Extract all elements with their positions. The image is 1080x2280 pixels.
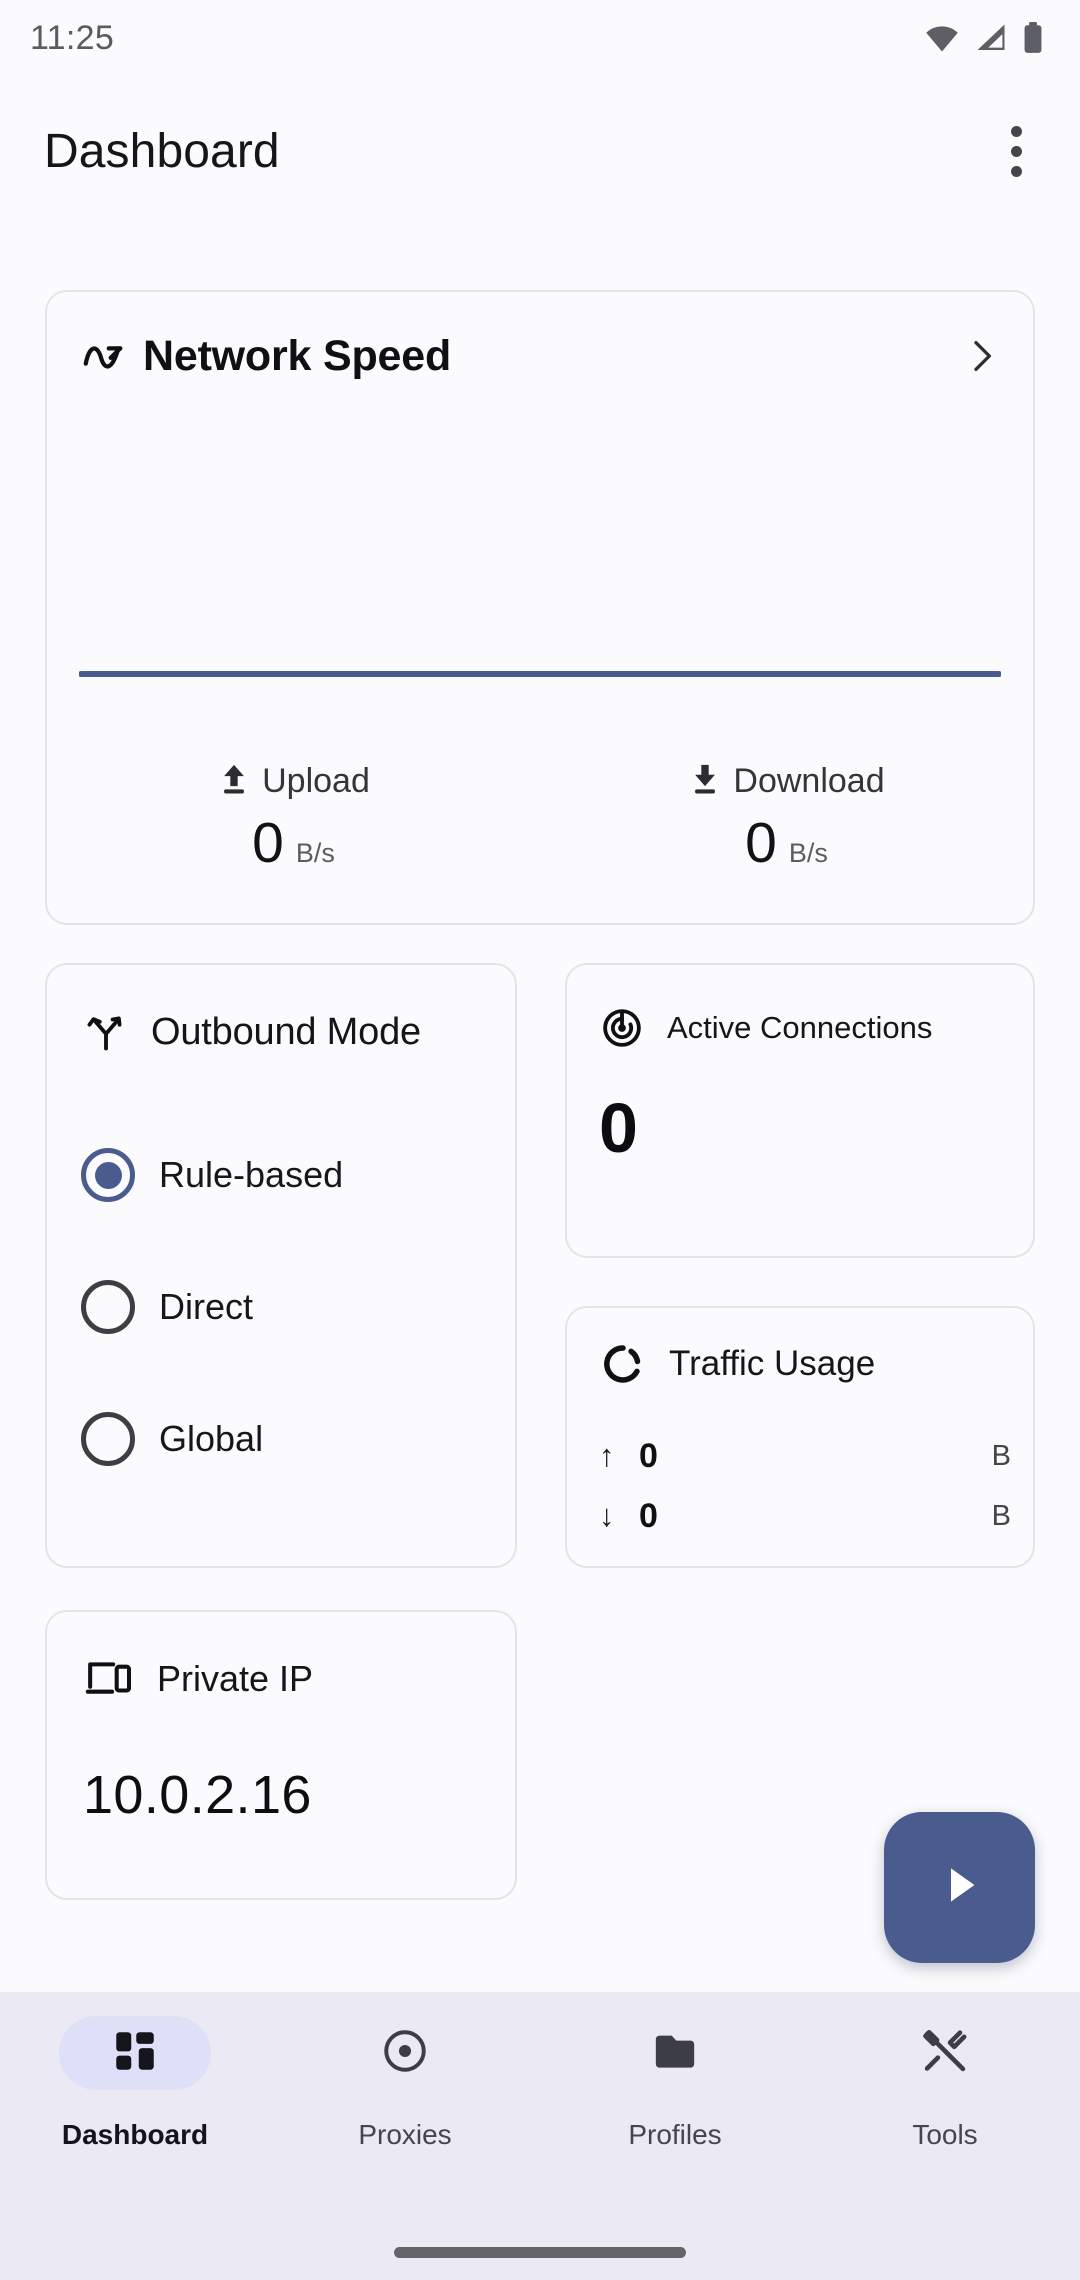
nav-label-profiles: Profiles xyxy=(628,2119,722,2150)
private-ip-card[interactable]: Private IP 10.0.2.16 xyxy=(45,1610,517,1900)
traffic-usage-header: Traffic Usage xyxy=(599,1340,875,1388)
traffic-usage-values: ↑ 0 B ↓ 0 B xyxy=(599,1426,1011,1546)
network-speed-chart xyxy=(79,412,1001,742)
route-fork-icon xyxy=(83,1009,129,1055)
traffic-upload-value: 0 xyxy=(639,1436,658,1475)
app-bar: Dashboard xyxy=(0,96,1080,206)
nav-item-proxies[interactable]: Proxies xyxy=(270,2016,540,2151)
traffic-usage-title: Traffic Usage xyxy=(669,1344,876,1383)
start-fab-button[interactable] xyxy=(884,1812,1035,1963)
page-title: Dashboard xyxy=(44,124,280,178)
nav-pill-proxies xyxy=(329,2016,481,2090)
nav-label-tools: Tools xyxy=(912,2119,978,2150)
download-stat: Download 0 B/s xyxy=(540,762,1033,912)
chevron-right-icon[interactable] xyxy=(959,334,1003,378)
radio-indicator-selected[interactable] xyxy=(81,1148,135,1202)
active-connections-value: 0 xyxy=(599,1089,638,1167)
bottom-navigation-bar: Dashboard Proxies Profiles Tools xyxy=(0,1992,1080,2280)
nav-item-profiles[interactable]: Profiles xyxy=(540,2016,810,2151)
active-connections-title: Active Connections xyxy=(667,1010,933,1045)
traffic-download-value: 0 xyxy=(639,1496,658,1535)
more-options-icon[interactable] xyxy=(986,115,1046,187)
traffic-usage-card[interactable]: Traffic Usage ↑ 0 B ↓ 0 B xyxy=(565,1306,1035,1568)
upload-stat: Upload 0 B/s xyxy=(47,762,540,912)
radio-label: Global xyxy=(159,1418,264,1459)
download-label: Download xyxy=(733,762,885,800)
activity-chart-icon xyxy=(79,332,127,380)
status-icons xyxy=(924,22,1044,54)
play-icon xyxy=(933,1858,987,1917)
private-ip-title: Private IP xyxy=(157,1658,314,1699)
donut-chart-icon xyxy=(599,1340,647,1388)
radio-option-global[interactable]: Global xyxy=(81,1409,495,1469)
network-speed-title: Network Speed xyxy=(143,331,452,380)
dashboard-grid-icon xyxy=(110,2026,160,2081)
nav-label-proxies: Proxies xyxy=(358,2119,452,2150)
radio-option-rule-based[interactable]: Rule-based xyxy=(81,1145,495,1205)
radio-indicator[interactable] xyxy=(81,1412,135,1466)
traffic-download-unit: B xyxy=(991,1499,1011,1532)
private-ip-value: 10.0.2.16 xyxy=(83,1765,312,1825)
app-screen: 11:25 Dashboard Network Speed Upload 0 B… xyxy=(0,0,1080,2280)
network-speed-stats: Upload 0 B/s Download 0 B/s xyxy=(47,762,1033,912)
download-unit: B/s xyxy=(788,838,828,868)
status-time: 11:25 xyxy=(30,18,115,57)
cellular-signal-icon xyxy=(974,23,1008,53)
upload-arrow-icon xyxy=(217,762,251,801)
nav-pill-dashboard xyxy=(59,2016,211,2090)
nav-pill-tools xyxy=(869,2016,1021,2090)
radio-indicator[interactable] xyxy=(81,1280,135,1334)
radio-label: Rule-based xyxy=(159,1154,344,1195)
active-connections-card[interactable]: Active Connections 0 xyxy=(565,963,1035,1258)
network-speed-header: Network Speed xyxy=(79,326,1003,386)
upload-label: Upload xyxy=(262,762,370,800)
download-arrow-icon xyxy=(688,762,722,801)
nav-item-dashboard[interactable]: Dashboard xyxy=(0,2016,270,2151)
wifi-icon xyxy=(924,23,960,53)
nav-item-tools[interactable]: Tools xyxy=(810,2016,1080,2151)
battery-icon xyxy=(1022,22,1044,54)
upload-arrow-glyph: ↑ xyxy=(599,1438,615,1473)
traffic-upload-unit: B xyxy=(991,1439,1011,1472)
radio-option-direct[interactable]: Direct xyxy=(81,1277,495,1337)
status-bar: 11:25 xyxy=(0,0,1080,76)
outbound-mode-header: Outbound Mode xyxy=(83,1009,421,1055)
private-ip-header: Private IP xyxy=(83,1656,313,1702)
gesture-bar[interactable] xyxy=(394,2247,686,2258)
upload-value: 0 xyxy=(252,811,284,875)
active-connections-header: Active Connections xyxy=(599,1005,932,1051)
radio-label: Direct xyxy=(159,1286,254,1327)
nav-pill-profiles xyxy=(599,2016,751,2090)
folder-icon xyxy=(650,2026,700,2081)
download-arrow-glyph: ↓ xyxy=(599,1498,615,1533)
outbound-mode-card: Outbound Mode Rule-based Direct Global xyxy=(45,963,517,1568)
network-speed-card[interactable]: Network Speed Upload 0 B/s Download 0 B/… xyxy=(45,290,1035,925)
download-value: 0 xyxy=(745,811,777,875)
outbound-mode-title: Outbound Mode xyxy=(151,1010,421,1053)
devices-icon xyxy=(83,1656,135,1702)
traffic-download-row: ↓ 0 B xyxy=(599,1486,1011,1546)
nav-label-dashboard: Dashboard xyxy=(61,2119,209,2150)
radar-target-icon xyxy=(599,1005,645,1051)
upload-unit: B/s xyxy=(295,838,335,868)
tools-icon xyxy=(920,2026,970,2081)
traffic-upload-row: ↑ 0 B xyxy=(599,1426,1011,1486)
circle-dot-icon xyxy=(380,2026,430,2081)
outbound-mode-options: Rule-based Direct Global xyxy=(81,1145,495,1469)
